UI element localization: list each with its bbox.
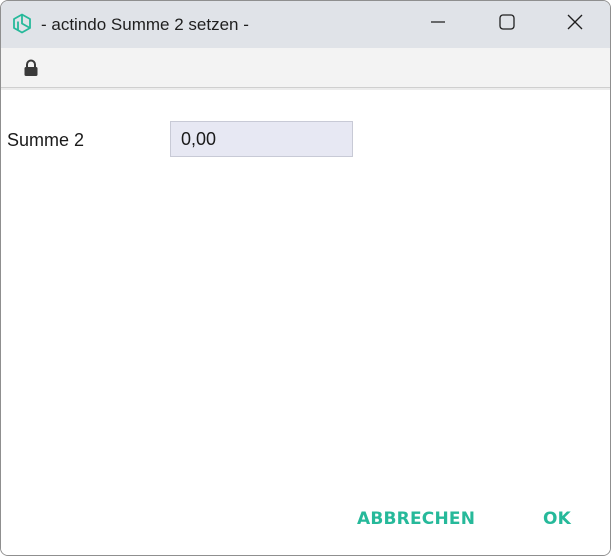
security-bar — [1, 48, 610, 90]
summe-2-input[interactable] — [170, 121, 353, 157]
minimize-button[interactable] — [415, 1, 461, 48]
actindo-logo-icon — [11, 13, 33, 35]
lock-icon[interactable] — [23, 59, 39, 77]
dialog-window: - actindo Summe 2 setzen - Summe 2 0,00 … — [0, 0, 611, 556]
maximize-button[interactable] — [484, 1, 530, 48]
minimize-icon — [431, 15, 445, 34]
summe-2-label: Summe 2 — [7, 130, 85, 150]
close-button[interactable] — [552, 1, 598, 48]
ok-button[interactable]: OK — [537, 505, 577, 533]
dialog-content: Summe 2 ABBRECHEN OK — [1, 91, 610, 555]
window-title: - actindo Summe 2 setzen - — [41, 15, 249, 34]
title-bar[interactable]: - actindo Summe 2 setzen - — [1, 1, 610, 48]
cancel-button[interactable]: ABBRECHEN — [351, 505, 481, 533]
close-icon — [567, 14, 583, 35]
maximize-icon — [499, 14, 515, 35]
